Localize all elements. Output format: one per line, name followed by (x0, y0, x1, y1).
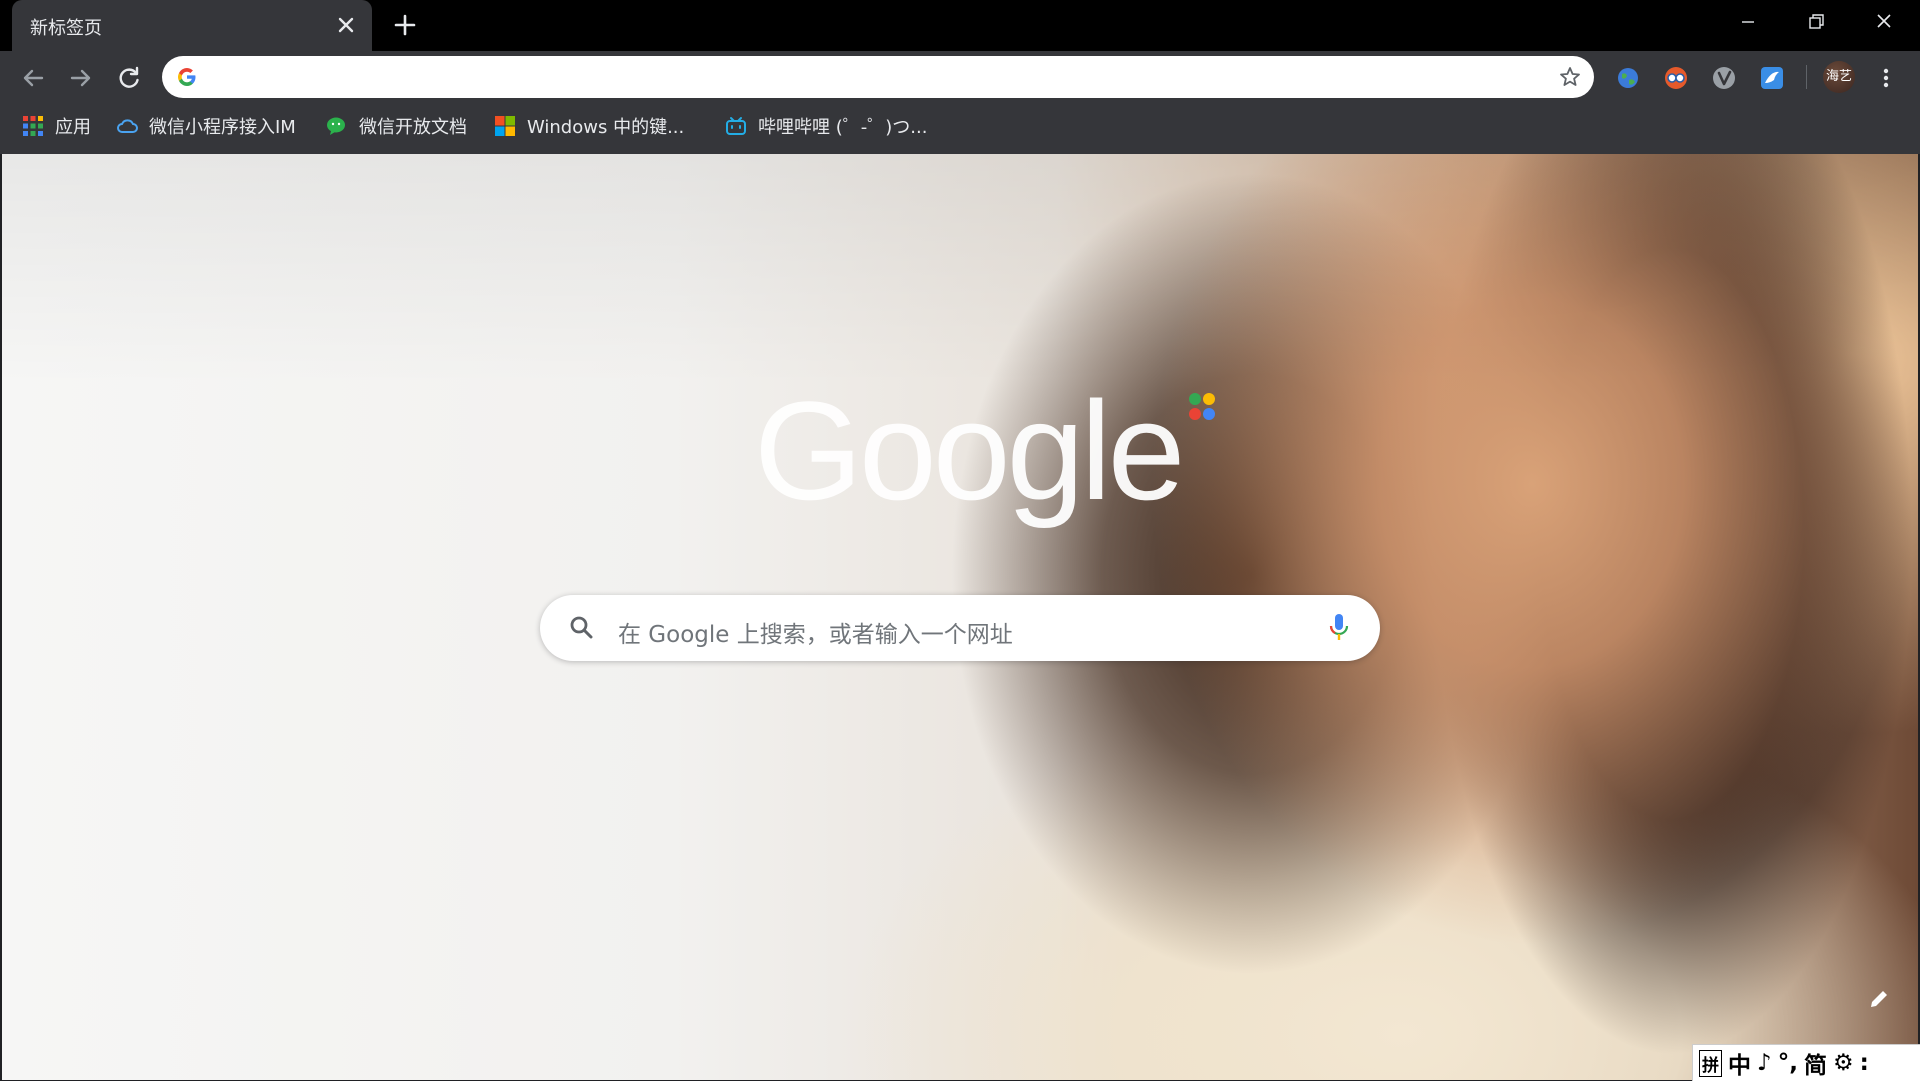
doodle-dots-icon[interactable] (1185, 390, 1219, 424)
bookmark-label: 应用 (55, 117, 91, 138)
new-tab-button[interactable] (392, 12, 418, 38)
toolbar-separator (1806, 65, 1807, 89)
new-tab-page-background: Google 在 Google 上搜索，或者输入一个网址 (2, 154, 1918, 1080)
tab-title: 新标签页 (30, 18, 102, 39)
bilibili-icon (726, 117, 746, 135)
restore-icon[interactable] (1796, 8, 1836, 36)
window-close-icon[interactable] (1864, 8, 1904, 36)
glasses-extension-icon[interactable] (1661, 63, 1691, 93)
bookmark-label: 哔哩哔哩 (゜-゜)つ... (758, 117, 928, 138)
cloud-icon (117, 119, 138, 133)
close-icon[interactable] (334, 13, 358, 37)
bookmark-apps[interactable]: 应用 (22, 104, 91, 148)
google-g-icon (178, 68, 196, 86)
ime-chinese-mode[interactable]: 中 (1728, 1046, 1751, 1080)
reload-icon[interactable] (114, 63, 144, 93)
microphone-icon[interactable] (1328, 612, 1350, 644)
bookmark-windows-shortcuts[interactable]: Windows 中的键... (494, 104, 684, 148)
ime-toolbar: 拼 中 ♪ °, 简 ⚙ : (1692, 1044, 1920, 1081)
bookmark-star-icon[interactable] (1558, 65, 1582, 89)
bookmark-label: 微信小程序接入IM (149, 117, 296, 138)
ime-punctuation-icon[interactable]: °, (1778, 1050, 1798, 1076)
wechat-icon (327, 117, 345, 135)
v-extension-icon[interactable] (1709, 63, 1739, 93)
tab-strip: 新标签页 (0, 0, 1920, 51)
bird-extension-icon[interactable] (1757, 63, 1787, 93)
bookmark-label: 微信开放文档 (359, 117, 467, 138)
bookmark-wechat-open-docs[interactable]: 微信开放文档 (326, 104, 467, 148)
windows-icon (495, 116, 515, 136)
ime-moon-icon[interactable]: ♪ (1757, 1050, 1772, 1076)
ime-simplified-mode[interactable]: 简 (1804, 1046, 1827, 1080)
globe-extension-icon[interactable] (1613, 63, 1643, 93)
search-icon (570, 616, 593, 639)
tab-new-tab[interactable]: 新标签页 (12, 0, 372, 51)
more-menu-icon[interactable] (1874, 63, 1898, 93)
bookmarks-bar: 应用 微信小程序接入IM 微信开放文档 Windows 中的键... 哔哩哔哩 … (0, 104, 1920, 154)
bookmark-bilibili[interactable]: 哔哩哔哩 (゜-゜)つ... (725, 104, 927, 148)
address-bar[interactable] (162, 56, 1594, 98)
avatar[interactable]: 海艺 (1823, 61, 1855, 93)
bookmark-label: Windows 中的键... (527, 117, 685, 138)
google-logo: Google (754, 372, 1185, 529)
ime-more-icon[interactable]: : (1860, 1050, 1869, 1076)
ime-pinyin-icon[interactable]: 拼 (1699, 1049, 1722, 1077)
minimize-icon[interactable] (1728, 8, 1768, 36)
back-icon[interactable] (18, 63, 48, 93)
bookmark-wechat-miniprogram-im[interactable]: 微信小程序接入IM (116, 104, 296, 148)
customize-pencil-icon[interactable] (1866, 986, 1892, 1012)
toolbar: 海艺 (0, 51, 1920, 104)
forward-icon[interactable] (66, 63, 96, 93)
ime-settings-icon[interactable]: ⚙ (1833, 1050, 1854, 1076)
search-placeholder: 在 Google 上搜索，或者输入一个网址 (618, 622, 1013, 648)
apps-grid-icon (23, 116, 43, 136)
search-box[interactable]: 在 Google 上搜索，或者输入一个网址 (540, 595, 1380, 661)
